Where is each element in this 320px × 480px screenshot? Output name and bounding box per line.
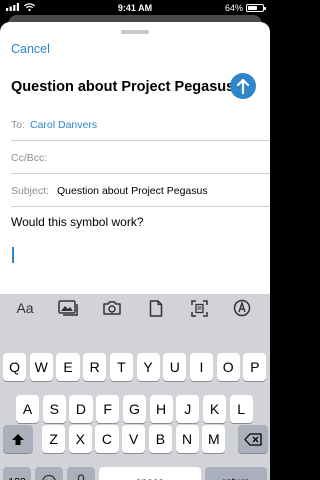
key-q[interactable]: Q <box>3 353 27 381</box>
microphone-icon <box>77 473 85 480</box>
subject-field[interactable]: Subject: Question about Project Pegasus <box>11 174 270 207</box>
key-i[interactable]: I <box>189 353 214 381</box>
key-z[interactable]: Z <box>42 425 66 453</box>
key-g[interactable]: G <box>122 395 146 423</box>
return-key[interactable]: return <box>205 467 267 480</box>
key-k[interactable]: K <box>202 395 227 423</box>
status-right: 64% <box>224 3 266 13</box>
status-bar: 9:41 AM 64% <box>0 0 270 16</box>
compose-sheet: Cancel Question about Project Pegasus To… <box>0 22 270 480</box>
subject-label: Subject: <box>11 185 49 197</box>
key-m[interactable]: M <box>202 425 226 453</box>
to-recipient[interactable]: Carol Danvers <box>30 119 97 131</box>
key-j[interactable]: J <box>176 395 200 423</box>
key-r[interactable]: R <box>83 353 107 381</box>
battery-fill <box>248 6 257 10</box>
arrow-up-icon <box>236 78 250 94</box>
space-key[interactable]: space <box>99 467 201 480</box>
key-a[interactable]: A <box>16 395 40 423</box>
key-t[interactable]: T <box>109 353 133 381</box>
cc-bcc-label: Cc/Bcc: <box>11 152 48 164</box>
emoji-key[interactable] <box>35 467 63 480</box>
format-toolbar: Aa <box>0 294 270 322</box>
key-n[interactable]: N <box>175 425 199 453</box>
battery-percent: 64% <box>224 3 243 13</box>
cancel-button[interactable]: Cancel <box>11 42 50 56</box>
photo-library-button[interactable] <box>57 299 79 317</box>
sheet-grabber[interactable] <box>121 30 149 34</box>
key-e[interactable]: E <box>56 353 80 381</box>
key-p[interactable]: P <box>243 353 267 381</box>
photo-icon <box>58 300 78 316</box>
emoji-icon <box>42 474 56 480</box>
camera-icon <box>103 301 121 315</box>
compose-title: Question about Project Pegasus <box>11 79 235 95</box>
camera-button[interactable] <box>101 299 123 317</box>
document-icon <box>149 299 163 317</box>
to-label: To: <box>11 119 26 131</box>
shift-key[interactable] <box>3 425 33 453</box>
markup-icon <box>233 299 251 317</box>
to-field[interactable]: To: Carol Danvers <box>11 108 270 141</box>
battery-icon <box>246 4 266 12</box>
keyboard: Aa Q W E R T Y U I O P A S D F G H J K L… <box>0 294 270 480</box>
text-cursor <box>12 247 14 263</box>
key-d[interactable]: D <box>69 395 93 423</box>
key-u[interactable]: U <box>163 353 187 381</box>
key-o[interactable]: O <box>216 353 240 381</box>
delete-key[interactable] <box>238 425 268 453</box>
scan-icon <box>190 299 208 317</box>
key-f[interactable]: F <box>96 395 120 423</box>
key-y[interactable]: Y <box>136 353 160 381</box>
subject-value[interactable]: Question about Project Pegasus <box>57 185 208 197</box>
key-c[interactable]: C <box>95 425 119 453</box>
backspace-icon <box>244 432 262 446</box>
key-v[interactable]: V <box>122 425 146 453</box>
key-h[interactable]: H <box>149 395 173 423</box>
send-button[interactable] <box>230 73 256 99</box>
attach-document-button[interactable] <box>145 299 167 317</box>
scan-document-button[interactable] <box>188 299 210 317</box>
key-s[interactable]: S <box>42 395 66 423</box>
shift-icon <box>12 433 24 445</box>
markup-button[interactable] <box>231 299 253 317</box>
dictation-key[interactable] <box>67 467 95 480</box>
format-text-button[interactable]: Aa <box>14 299 36 317</box>
numbers-key[interactable]: 123 <box>3 467 31 480</box>
key-b[interactable]: B <box>148 425 172 453</box>
message-body[interactable]: Would this symbol work? <box>11 215 144 229</box>
cc-bcc-field[interactable]: Cc/Bcc: <box>11 141 270 174</box>
key-x[interactable]: X <box>68 425 92 453</box>
key-w[interactable]: W <box>29 353 53 381</box>
key-l[interactable]: L <box>229 395 253 423</box>
